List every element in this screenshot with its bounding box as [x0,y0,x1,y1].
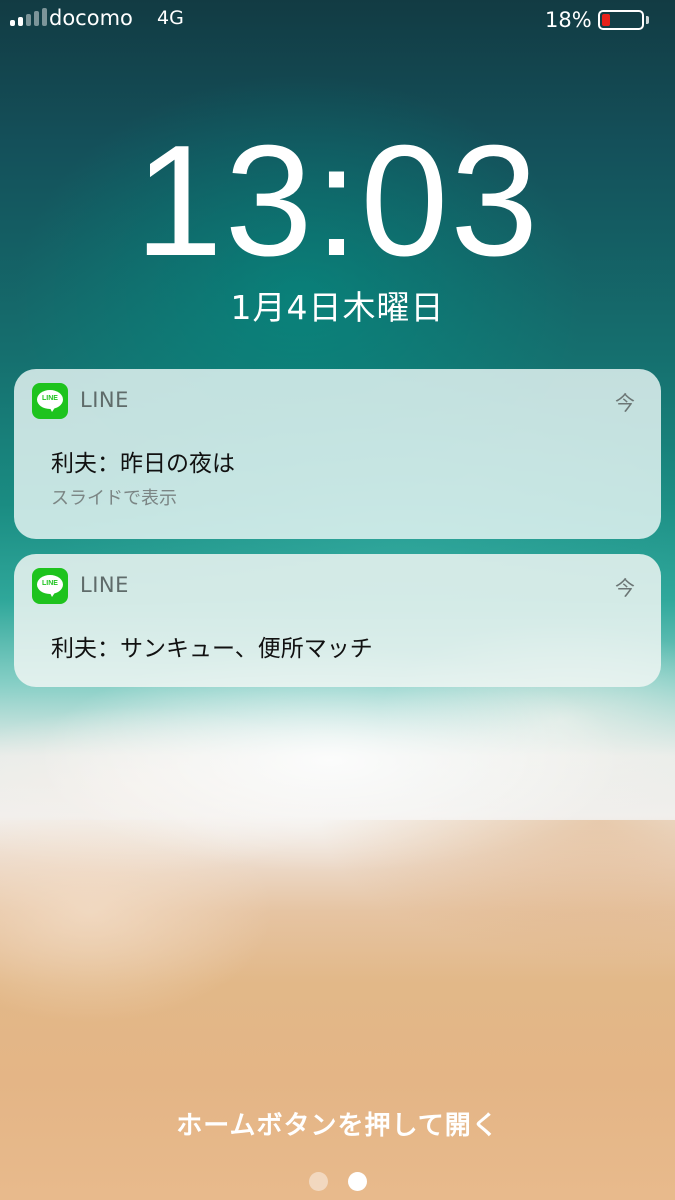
notification-message: 利夫：サンキュー、便所マッチ [51,636,373,662]
notification-app-name: LINE [80,388,129,412]
line-app-icon: LINE [32,568,68,604]
page-dot[interactable] [308,1172,328,1191]
notification-card[interactable]: LINE LINE 今 利夫：サンキュー、便所マッチ [14,554,661,687]
wallpaper-shade [0,820,675,1200]
notification-subtitle: スライドで表示 [51,488,177,509]
notification-time: 今 [615,391,635,415]
network-type: 4G [157,7,184,29]
page-indicator[interactable] [0,1172,675,1191]
status-bar: docomo 4G 18% [0,0,675,40]
battery-icon [598,10,644,30]
battery-level-fill [602,14,610,26]
lock-date: 1月4日木曜日 [230,288,445,327]
notification-message: 利夫：昨日の夜は [51,451,235,477]
notification-app-name: LINE [80,573,129,597]
signal-strength-icon [10,8,47,26]
unlock-hint: ホームボタンを押して開く [176,1111,499,1141]
battery-percentage: 18% [545,8,592,32]
notification-card[interactable]: LINE LINE 今 利夫：昨日の夜は スライドで表示 [14,369,661,539]
notification-time: 今 [615,576,635,600]
line-app-icon: LINE [32,383,68,419]
carrier-name: docomo [49,6,133,30]
page-dot[interactable] [347,1172,367,1191]
battery-tip [646,16,649,24]
lock-clock: 13:03 [134,113,541,289]
lock-screen: docomo 4G 18% 13:03 1月4日木曜日 LINE LINE 今 … [0,0,675,1200]
